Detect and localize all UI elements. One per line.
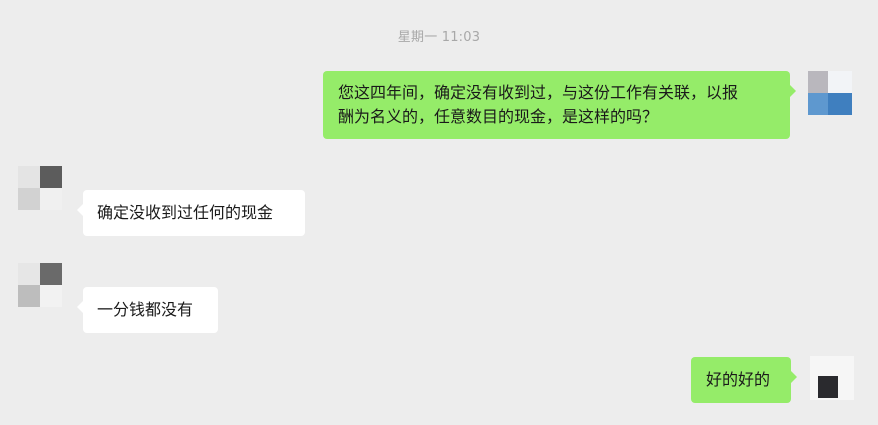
incoming-message-bubble[interactable]: 一分钱都没有 — [77, 287, 218, 333]
message-text-line: 您这四年间，确定没有收到过，与这份工作有关联，以报 — [338, 83, 739, 102]
message-text-line: 酬为名义的，任意数目的现金，是这样的吗？ — [338, 107, 659, 126]
incoming-message-bubble[interactable]: 确定没收到过任何的现金 — [77, 190, 305, 236]
outgoing-message-bubble[interactable]: 好的好的 — [691, 357, 797, 403]
message-timestamp: 星期一 11:03 — [397, 30, 481, 45]
chat-window: 星期一 11:03 您这四年间，确定没有收到过，与这份工作有关联，以报 酬为名义… — [0, 0, 878, 425]
avatar-contact[interactable] — [18, 166, 62, 210]
outgoing-message-bubble[interactable]: 您这四年间，确定没有收到过，与这份工作有关联，以报 酬为名义的，任意数目的现金，… — [323, 71, 796, 139]
avatar-self[interactable] — [810, 356, 854, 400]
message-text-line: 一分钱都没有 — [97, 300, 194, 319]
message-text-line: 好的好的 — [706, 370, 771, 389]
message-text-line: 确定没收到过任何的现金 — [97, 203, 274, 222]
avatar-contact[interactable] — [18, 263, 62, 307]
avatar-self[interactable] — [808, 71, 852, 115]
